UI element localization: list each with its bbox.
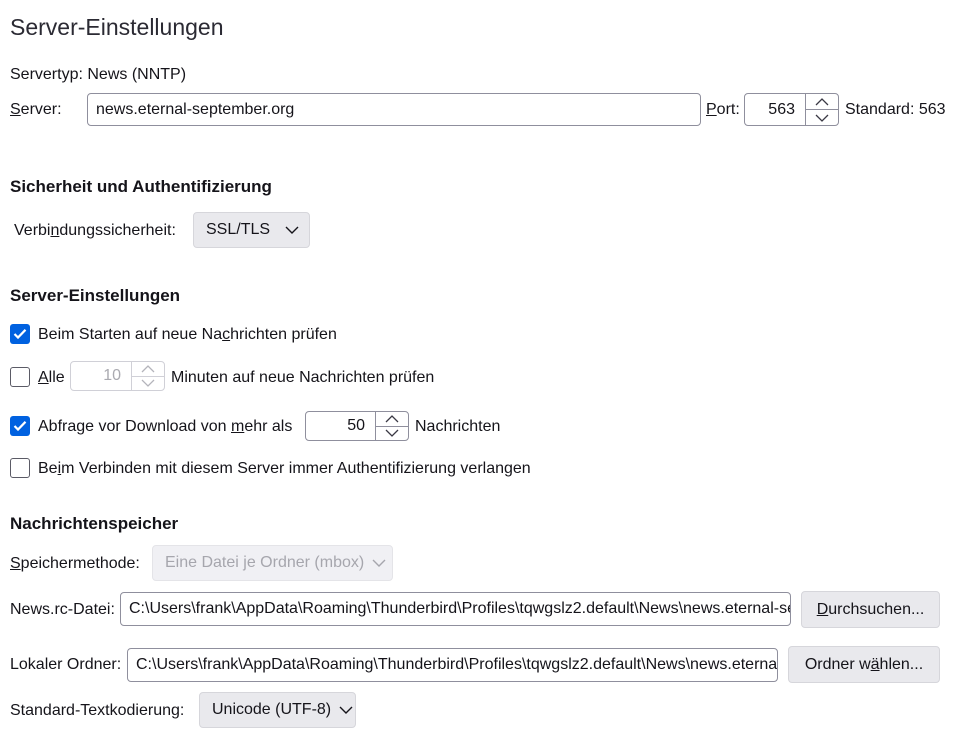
server-type-value: News (NNTP) [87,66,187,83]
ask-download-stepper[interactable]: 50 [305,411,409,441]
check-new-label[interactable]: Beim Starten auf neue Nachrichten prüfen [38,326,337,344]
local-folder-label: Lokaler Ordner: [10,656,122,673]
encoding-label: Standard-Textkodierung: [10,702,185,719]
encoding-select[interactable]: Unicode (UTF-8) [199,692,356,728]
chevron-down-icon[interactable] [376,425,408,441]
chevron-down-icon[interactable] [806,109,838,125]
settings-heading: Server-Einstellungen [10,286,181,305]
store-method-label: Speichermethode: [10,555,140,572]
check-every-label[interactable]: Alle [38,369,65,387]
choose-folder-button[interactable]: Ordner w ä hlen... [788,646,940,683]
connection-security-select[interactable]: SSL/TLS [193,212,310,248]
chevron-down-icon [372,554,386,572]
always-auth-checkbox[interactable] [10,458,30,478]
check-new-checkbox[interactable] [10,324,30,344]
checkmark-icon [13,329,27,340]
chevron-down-icon [339,701,353,719]
port-standard: Standard: 563 [845,101,946,118]
store-method-select[interactable]: Eine Datei je Ordner (mbox) [152,545,393,581]
ask-download-suffix: Nachrichten [415,418,501,435]
browse-button[interactable]: Durchsuchen... [801,591,940,628]
port-value[interactable]: 563 [745,94,805,125]
port-stepper[interactable]: 563 [744,93,839,126]
chevron-up-icon[interactable] [806,94,838,109]
minutes-suffix: Minuten auf neue Nachrichten prüfen [171,369,435,386]
ask-download-value[interactable]: 50 [306,412,375,440]
server-input[interactable]: news.eternal-september.org [87,93,701,126]
newsrc-label: News.rc-Datei: [10,601,115,618]
connection-security-label: Verbindungssicherheit: [14,222,176,239]
minutes-stepper[interactable]: 10 [70,361,165,391]
ask-download-label[interactable]: Abfrage vor Download von mehr als [38,418,292,436]
server-label: Server: [10,101,62,118]
chevron-down-icon [285,221,299,239]
server-type: Servertyp: News (NNTP) [10,66,186,84]
checkmark-icon [13,421,27,432]
minutes-value[interactable]: 10 [71,362,131,390]
check-every-checkbox[interactable] [10,367,30,387]
chevron-up-icon[interactable] [376,412,408,426]
newsrc-input[interactable]: C:\Users\frank\AppData\Roaming\Thunderbi… [120,592,791,626]
chevron-down-icon[interactable] [132,375,164,391]
chevron-up-icon[interactable] [132,362,164,376]
page-title: Server-Einstellungen [10,14,224,40]
port-label: Port: [706,101,740,118]
server-type-label: Servertyp: [10,66,83,83]
local-folder-input[interactable]: C:\Users\frank\AppData\Roaming\Thunderbi… [127,648,778,682]
security-heading: Sicherheit und Authentifizierung [10,177,272,196]
ask-download-checkbox[interactable] [10,416,30,436]
always-auth-label[interactable]: Beim Verbinden mit diesem Server immer A… [38,460,531,478]
storage-heading: Nachrichtenspeicher [10,514,179,533]
